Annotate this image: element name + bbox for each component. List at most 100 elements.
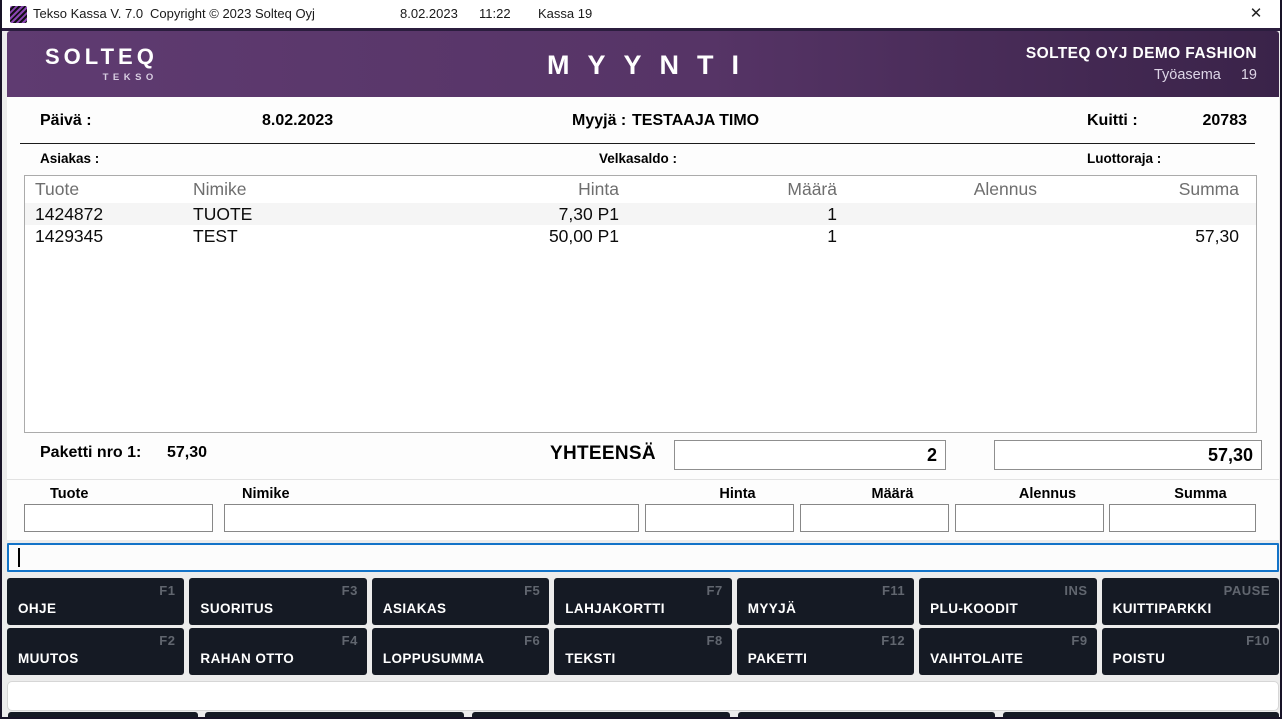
titlebar-register: Kassa 19 [538,6,592,21]
fkey-label: F7 [707,583,723,598]
muutos-button[interactable]: MUUTOS F2 [7,628,184,675]
entry-summa-input[interactable] [1109,504,1256,532]
entry-tuote-input[interactable] [24,504,213,532]
entry-maara-input[interactable] [800,504,949,532]
workstation-number: 19 [1241,67,1257,83]
credit-label: Luottoraja : [1087,151,1161,166]
fkey-label: INS [1064,583,1087,598]
app-window: Tekso Kassa V. 7.0 Copyright © 2023 Solt… [0,0,1282,719]
close-button[interactable]: ✕ [1244,2,1268,26]
entry-label-tuote: Tuote [50,486,88,502]
workstation-label: Työasema [1154,67,1221,83]
store-info: SOLTEQ OYJ DEMO FASHION Työasema 19 [1026,45,1257,83]
cell-summa: 57,30 [1061,226,1256,247]
store-name: SOLTEQ OYJ DEMO FASHION [1026,45,1257,63]
column-header-hinta: Hinta [423,179,643,200]
rahan-otto-button[interactable]: RAHAN OTTO F4 [189,628,366,675]
table-row[interactable]: 1424872 TUOTE 7,30 P1 1 [25,203,1256,225]
poistu-button[interactable]: POISTU F10 [1102,628,1279,675]
receipt-label: Kuitti : [1087,112,1138,130]
paketti-button[interactable]: PAKETTI F12 [737,628,914,675]
debt-label: Velkasaldo : [599,151,677,166]
function-button-row-2: MUUTOS F2 RAHAN OTTO F4 LOPPUSUMMA F6 TE… [7,628,1279,675]
text-caret [18,548,20,567]
cell-hinta: 7,30 P1 [423,204,643,225]
column-header-alennus: Alennus [861,179,1061,200]
customer-label: Asiakas : [40,151,99,166]
packet-value: 57,30 [167,444,207,462]
asiakas-button[interactable]: ASIAKAS F5 [372,578,549,625]
vaihtolaite-button[interactable]: VAIHTOLAITE F9 [919,628,1096,675]
entry-label-summa: Summa [1127,486,1274,502]
solteq-logo: SOLTEQ TEKSO [45,44,158,83]
copyright-text: Copyright © 2023 Solteq Oyj [150,6,315,21]
column-header-tuote: Tuote [25,179,193,200]
fkey-label: F11 [882,583,905,598]
column-header-maara: Määrä [643,179,861,200]
cell-nimike: TUOTE [193,204,423,225]
cell-maara: 1 [643,226,861,247]
ohje-button[interactable]: OHJE F1 [7,578,184,625]
entry-label-nimike: Nimike [242,486,290,502]
kuittiparkki-button[interactable]: KUITTIPARKKI PAUSE [1102,578,1279,625]
fkey-label: F4 [342,633,358,648]
workstation-info: Työasema 19 [1026,67,1257,83]
entry-hinta-input[interactable] [645,504,794,532]
total-label: YHTEENSÄ [550,443,656,465]
column-header-nimike: Nimike [193,179,423,200]
entry-nimike-input[interactable] [224,504,639,532]
table-row[interactable]: 1429345 TEST 50,00 P1 1 57,30 [25,225,1256,247]
clipped-button[interactable] [1003,712,1279,719]
clipped-button[interactable] [738,712,995,719]
page-title: MYYNTI [529,50,757,81]
entry-label-hinta: Hinta [663,486,812,502]
clipped-button[interactable] [205,712,464,719]
clipped-button[interactable] [472,712,730,719]
total-sum-field: 57,30 [994,440,1262,470]
fkey-label: F10 [1246,633,1270,648]
sale-panel: Päivä : 8.02.2023 Myyjä : TESTAAJA TIMO … [7,97,1279,540]
fkey-label: F2 [159,633,175,648]
titlebar-date: 8.02.2023 [400,6,458,21]
fkey-label: F8 [707,633,723,648]
entry-label-maara: Määrä [818,486,967,502]
titlebar-time: 11:22 [479,6,511,21]
clipped-button[interactable] [8,712,198,719]
cell-maara: 1 [643,204,861,225]
sale-lines-table: Tuote Nimike Hinta Määrä Alennus Summa 1… [24,175,1257,433]
date-value: 8.02.2023 [262,112,333,130]
logo-sub-text: TEKSO [45,72,158,83]
lahjakortti-button[interactable]: LAHJAKORTTI F7 [554,578,731,625]
table-header-row: Tuote Nimike Hinta Määrä Alennus Summa [25,176,1256,203]
total-quantity-field: 2 [674,440,946,470]
app-title: Tekso Kassa V. 7.0 [33,6,143,21]
fkey-label: F5 [524,583,540,598]
fkey-label: F1 [159,583,175,598]
date-label: Päivä : [40,112,92,130]
suoritus-button[interactable]: SUORITUS F3 [189,578,366,625]
fkey-label: F3 [342,583,358,598]
cell-hinta: 50,00 P1 [423,226,643,247]
titlebar[interactable]: Tekso Kassa V. 7.0 Copyright © 2023 Solt… [2,0,1280,31]
page-header: SOLTEQ TEKSO MYYNTI SOLTEQ OYJ DEMO FASH… [7,31,1279,97]
teksti-button[interactable]: TEKSTI F8 [554,628,731,675]
entry-divider [7,479,1279,480]
loppusumma-button[interactable]: LOPPUSUMMA F6 [372,628,549,675]
command-input[interactable] [7,543,1279,572]
info-divider [20,143,1255,144]
fkey-label: F6 [524,633,540,648]
cell-nimike: TEST [193,226,423,247]
logo-main-text: SOLTEQ [45,44,158,70]
fkey-label: PAUSE [1224,583,1270,598]
seller-label: Myyjä : [572,112,626,130]
entry-alennus-input[interactable] [955,504,1104,532]
function-button-row-1: OHJE F1 SUORITUS F3 ASIAKAS F5 LAHJAKORT… [7,578,1279,625]
status-bar [7,681,1279,711]
plu-koodit-button[interactable]: PLU-KOODIT INS [919,578,1096,625]
cell-tuote: 1429345 [25,226,193,247]
fkey-label: F9 [1071,633,1087,648]
myyja-button[interactable]: MYYJÄ F11 [737,578,914,625]
seller-value: TESTAAJA TIMO [632,112,759,130]
column-header-summa: Summa [1061,179,1256,200]
app-icon [10,6,27,23]
